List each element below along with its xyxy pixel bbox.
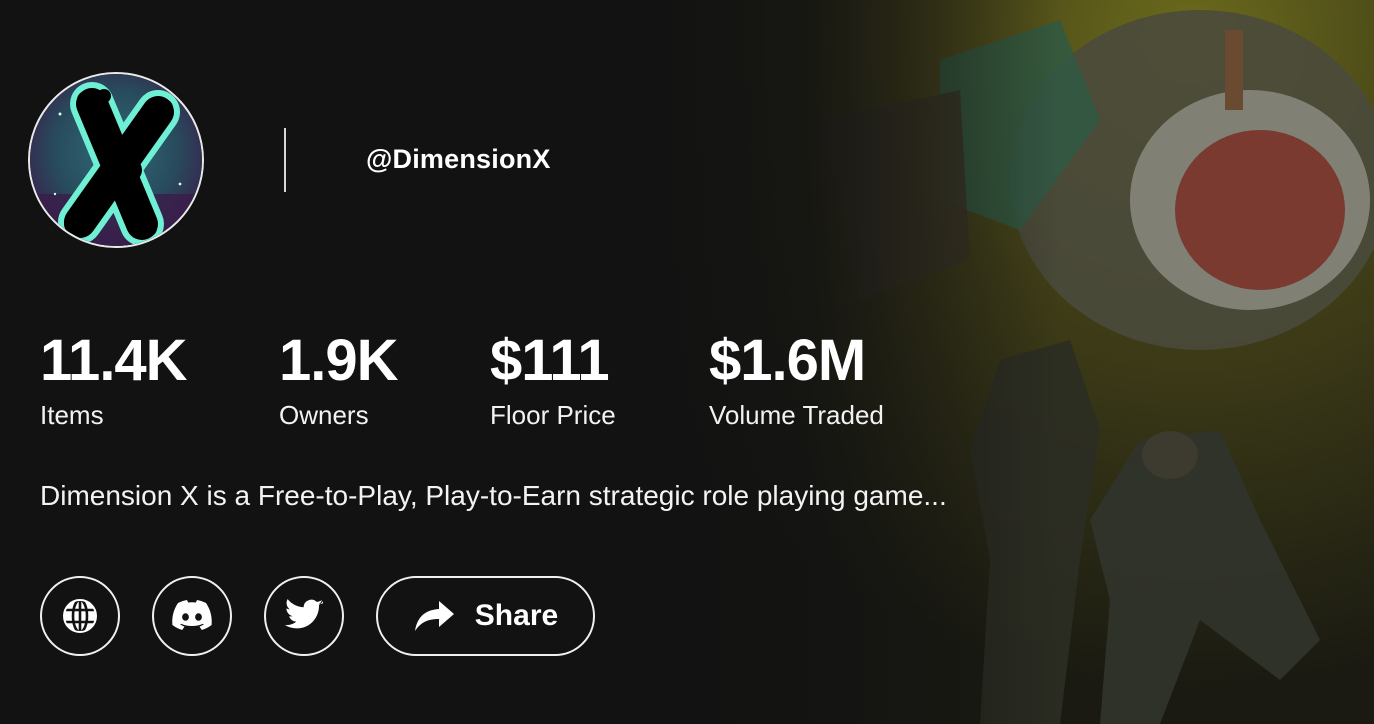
stat-value: 11.4K [40,328,188,393]
share-label: Share [474,599,559,632]
discord-icon [172,600,212,630]
stat-items: 11.4K Items [40,328,188,431]
stat-floor-price: $111 Floor Price [490,328,616,431]
stat-value: 1.9K [279,328,399,393]
twitter-icon [284,599,323,629]
share-button[interactable]: Share [376,576,595,656]
twitter-button[interactable] [264,576,344,656]
stat-value: $1.6M [709,328,866,393]
stat-label: Items [40,400,104,430]
stat-volume-traded: $1.6M Volume Traded [709,328,884,431]
stat-label: Owners [279,400,369,430]
discord-button[interactable] [152,576,232,656]
header-divider [284,128,286,192]
collection-handle[interactable]: @DimensionX [366,144,551,175]
share-arrow-icon [414,601,454,631]
globe-icon [63,598,97,634]
stat-owners: 1.9K Owners [279,328,399,431]
stat-value: $111 [490,328,610,393]
dimension-x-logo-icon [30,74,202,246]
collection-header: @DimensionX 11.4K Items 1.9K Owners $111… [0,0,1374,724]
collection-avatar [28,72,204,248]
collection-description: Dimension X is a Free-to-Play, Play-to-E… [40,480,947,511]
website-button[interactable] [40,576,120,656]
stat-label: Floor Price [490,400,616,430]
stat-label: Volume Traded [709,400,884,430]
